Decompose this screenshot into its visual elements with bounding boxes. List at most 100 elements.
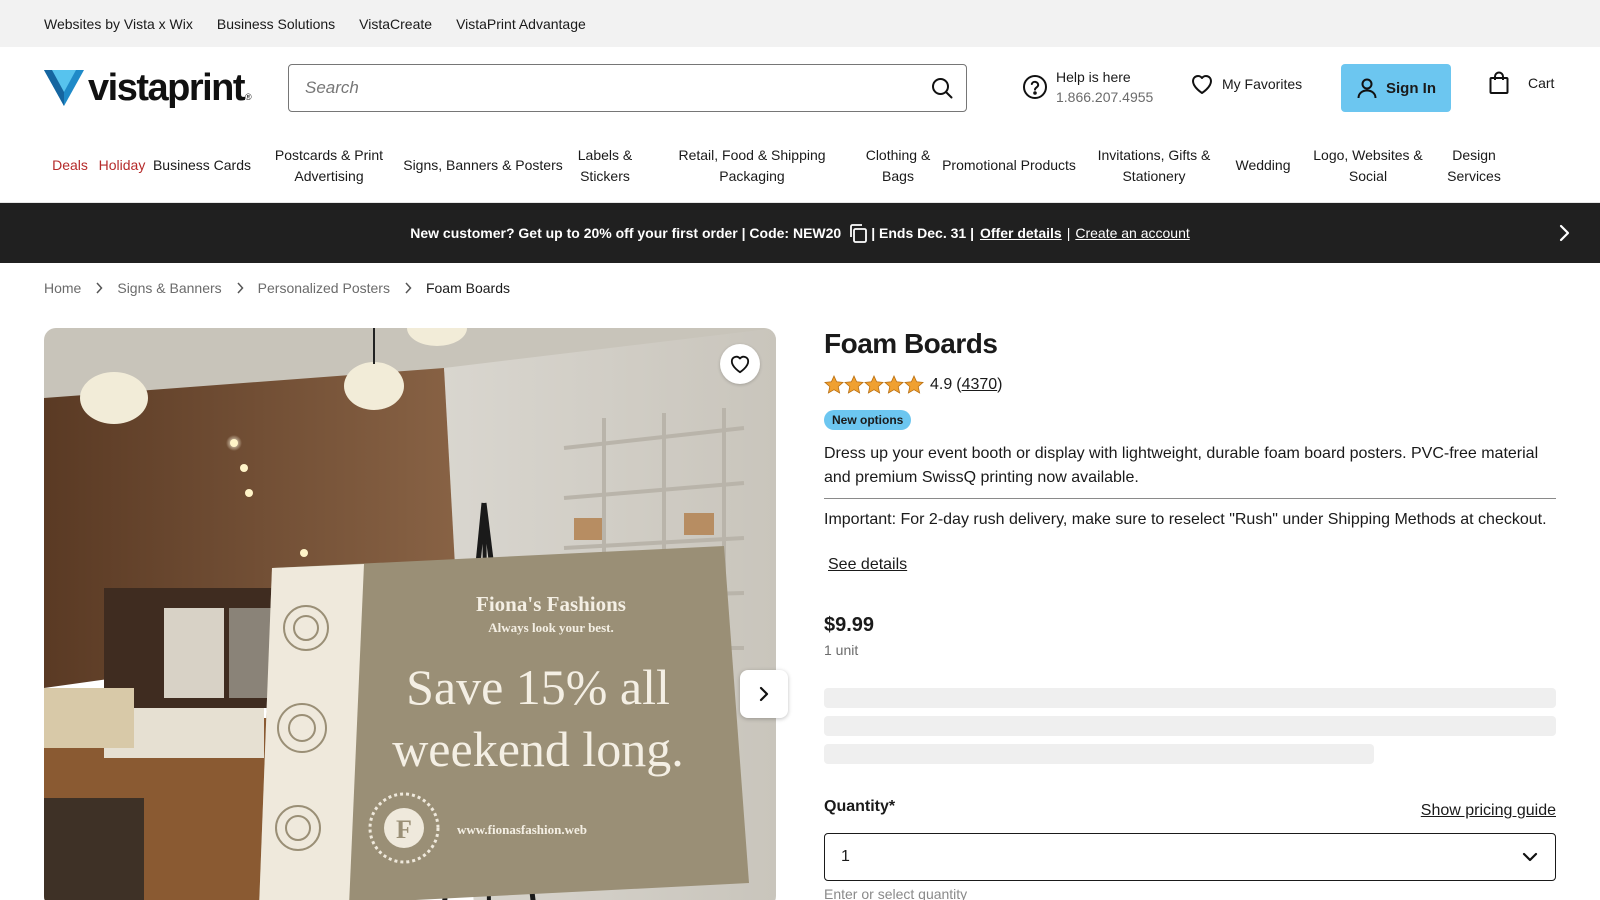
site-header: vistaprint ® Help is here 1.866.207.4955…	[0, 47, 1600, 129]
breadcrumb-current: Foam Boards	[425, 280, 510, 296]
logo-registered-mark: ®	[245, 92, 252, 102]
chevron-right-icon	[95, 282, 103, 294]
utility-bar: Websites by Vista x Wix Business Solutio…	[0, 0, 1600, 47]
nav-item-logo-websites[interactable]: Logo, Websites & Social	[1298, 145, 1438, 187]
nav-item-design-services[interactable]: Design Services	[1438, 145, 1510, 187]
sign-business-name: Fiona's Fashions	[476, 592, 626, 616]
star-icon	[904, 375, 924, 394]
cart-label: Cart	[1528, 75, 1555, 91]
offer-details-link[interactable]: Offer details	[980, 225, 1062, 241]
breadcrumb-signs-banners[interactable]: Signs & Banners	[117, 280, 221, 296]
nav-item-postcards[interactable]: Postcards & Print Advertising	[256, 145, 402, 187]
create-account-link[interactable]: Create an account	[1075, 225, 1189, 241]
favorites-label: My Favorites	[1222, 76, 1303, 92]
new-options-badge: New options	[824, 410, 912, 430]
user-icon	[1357, 78, 1377, 99]
gallery-next-button[interactable]	[740, 670, 788, 718]
see-details-link[interactable]: See details	[828, 556, 907, 574]
price-unit: 1 unit	[824, 642, 859, 658]
cart-link[interactable]: Cart	[1488, 71, 1554, 95]
rush-delivery-note: Important: For 2-day rush delivery, make…	[824, 511, 1547, 528]
divider	[824, 498, 1556, 499]
chevron-right-icon	[1559, 224, 1570, 242]
help-phone[interactable]: 1.866.207.4955	[1056, 87, 1153, 107]
add-to-favorites-button[interactable]	[720, 344, 760, 384]
sign-tagline: Always look your best.	[488, 620, 613, 635]
nav-item-business-cards[interactable]: Business Cards	[148, 155, 256, 176]
nav-item-deals[interactable]: Deals	[44, 155, 96, 176]
help-title: Help is here	[1056, 69, 1131, 85]
sign-in-label: Sign In	[1386, 79, 1436, 97]
logo-text: vistaprint	[88, 67, 246, 109]
nav-item-invitations-gifts[interactable]: Invitations, Gifts & Stationery	[1080, 145, 1228, 187]
search-button[interactable]	[918, 65, 966, 111]
product-price: $9.99	[824, 614, 875, 636]
search-icon	[932, 78, 953, 99]
sign-headline-2: weekend long.	[392, 721, 684, 777]
promo-banner: New customer? Get up to 20% off your fir…	[0, 203, 1600, 263]
rating-value: 4.9	[930, 375, 953, 393]
favorites-link[interactable]: My Favorites	[1190, 73, 1302, 95]
breadcrumb: Home Signs & Banners Personalized Poster…	[44, 280, 510, 296]
breadcrumb-personalized-posters[interactable]: Personalized Posters	[258, 280, 390, 296]
sign-headline-1: Save 15% all	[406, 659, 670, 715]
store-scene-illustration: F Fiona's Fashions Always look your best…	[44, 328, 776, 900]
chevron-right-icon	[404, 282, 412, 294]
nav-item-signs-banners[interactable]: Signs, Banners & Posters	[402, 155, 564, 176]
copy-code-button[interactable]	[847, 222, 869, 244]
promo-ends-text: | Ends Dec. 31 |	[871, 225, 974, 241]
star-icon	[884, 375, 904, 394]
product-image: F Fiona's Fashions Always look your best…	[44, 328, 776, 900]
rating-close-paren: )	[997, 375, 1003, 393]
review-count-link[interactable]: 4370	[962, 376, 998, 394]
sign-url: www.fionasfashion.web	[457, 822, 587, 837]
loading-placeholder	[824, 744, 1374, 764]
vistaprint-logo[interactable]: vistaprint ®	[44, 69, 252, 107]
shopping-bag-icon	[1489, 71, 1509, 94]
promo-offer-text: New customer? Get up to 20% off your fir…	[410, 225, 842, 241]
product-description: Dress up your event booth or display wit…	[824, 445, 1539, 486]
nav-item-promotional-products[interactable]: Promotional Products	[938, 155, 1080, 176]
product-rating: 4.9 (4370)	[824, 375, 1003, 394]
quantity-select[interactable]: 1	[824, 833, 1556, 881]
help-text: Help is here 1.866.207.4955	[1056, 67, 1153, 107]
nav-item-holiday[interactable]: Holiday	[96, 155, 148, 176]
quantity-hint: Enter or select quantity	[824, 886, 968, 900]
help-contact[interactable]: Help is here 1.866.207.4955	[1022, 67, 1153, 107]
loading-placeholder	[824, 716, 1556, 736]
utility-link-vistaprint-advantage[interactable]: VistaPrint Advantage	[456, 16, 586, 32]
product-title: Foam Boards	[824, 328, 998, 359]
vistaprint-logo-icon	[44, 70, 84, 106]
sign-in-button[interactable]: Sign In	[1341, 64, 1451, 112]
breadcrumb-home[interactable]: Home	[44, 280, 81, 296]
rating-stars	[824, 375, 924, 394]
nav-item-labels-stickers[interactable]: Labels & Stickers	[564, 145, 646, 187]
heart-icon	[1192, 75, 1212, 94]
star-icon	[844, 375, 864, 394]
loading-placeholder	[824, 688, 1556, 708]
sign-monogram: F	[396, 815, 412, 844]
star-icon	[824, 375, 844, 394]
search-box	[288, 64, 967, 112]
star-icon	[864, 375, 884, 394]
search-input[interactable]	[289, 65, 918, 111]
promo-content: New customer? Get up to 20% off your fir…	[410, 222, 1190, 244]
nav-item-packaging[interactable]: Retail, Food & Shipping Packaging	[646, 145, 858, 187]
utility-link-wix[interactable]: Websites by Vista x Wix	[44, 16, 193, 32]
nav-item-clothing-bags[interactable]: Clothing & Bags	[858, 145, 938, 187]
quantity-label: Quantity*	[824, 798, 896, 815]
help-question-icon	[1023, 75, 1047, 99]
copy-icon	[850, 224, 868, 243]
chevron-right-icon	[759, 686, 769, 702]
chevron-down-icon	[1522, 852, 1538, 862]
quantity-value: 1	[841, 848, 850, 865]
nav-item-wedding[interactable]: Wedding	[1228, 155, 1298, 176]
promo-next-button[interactable]	[1556, 223, 1572, 246]
promo-separator: |	[1066, 225, 1071, 241]
utility-link-vistacreate[interactable]: VistaCreate	[359, 16, 432, 32]
show-pricing-guide-link[interactable]: Show pricing guide	[1421, 802, 1556, 820]
utility-link-business-solutions[interactable]: Business Solutions	[217, 16, 335, 32]
heart-icon	[730, 355, 750, 374]
category-nav: Deals Holiday Business Cards Postcards &…	[0, 129, 1600, 203]
chevron-right-icon	[236, 282, 244, 294]
